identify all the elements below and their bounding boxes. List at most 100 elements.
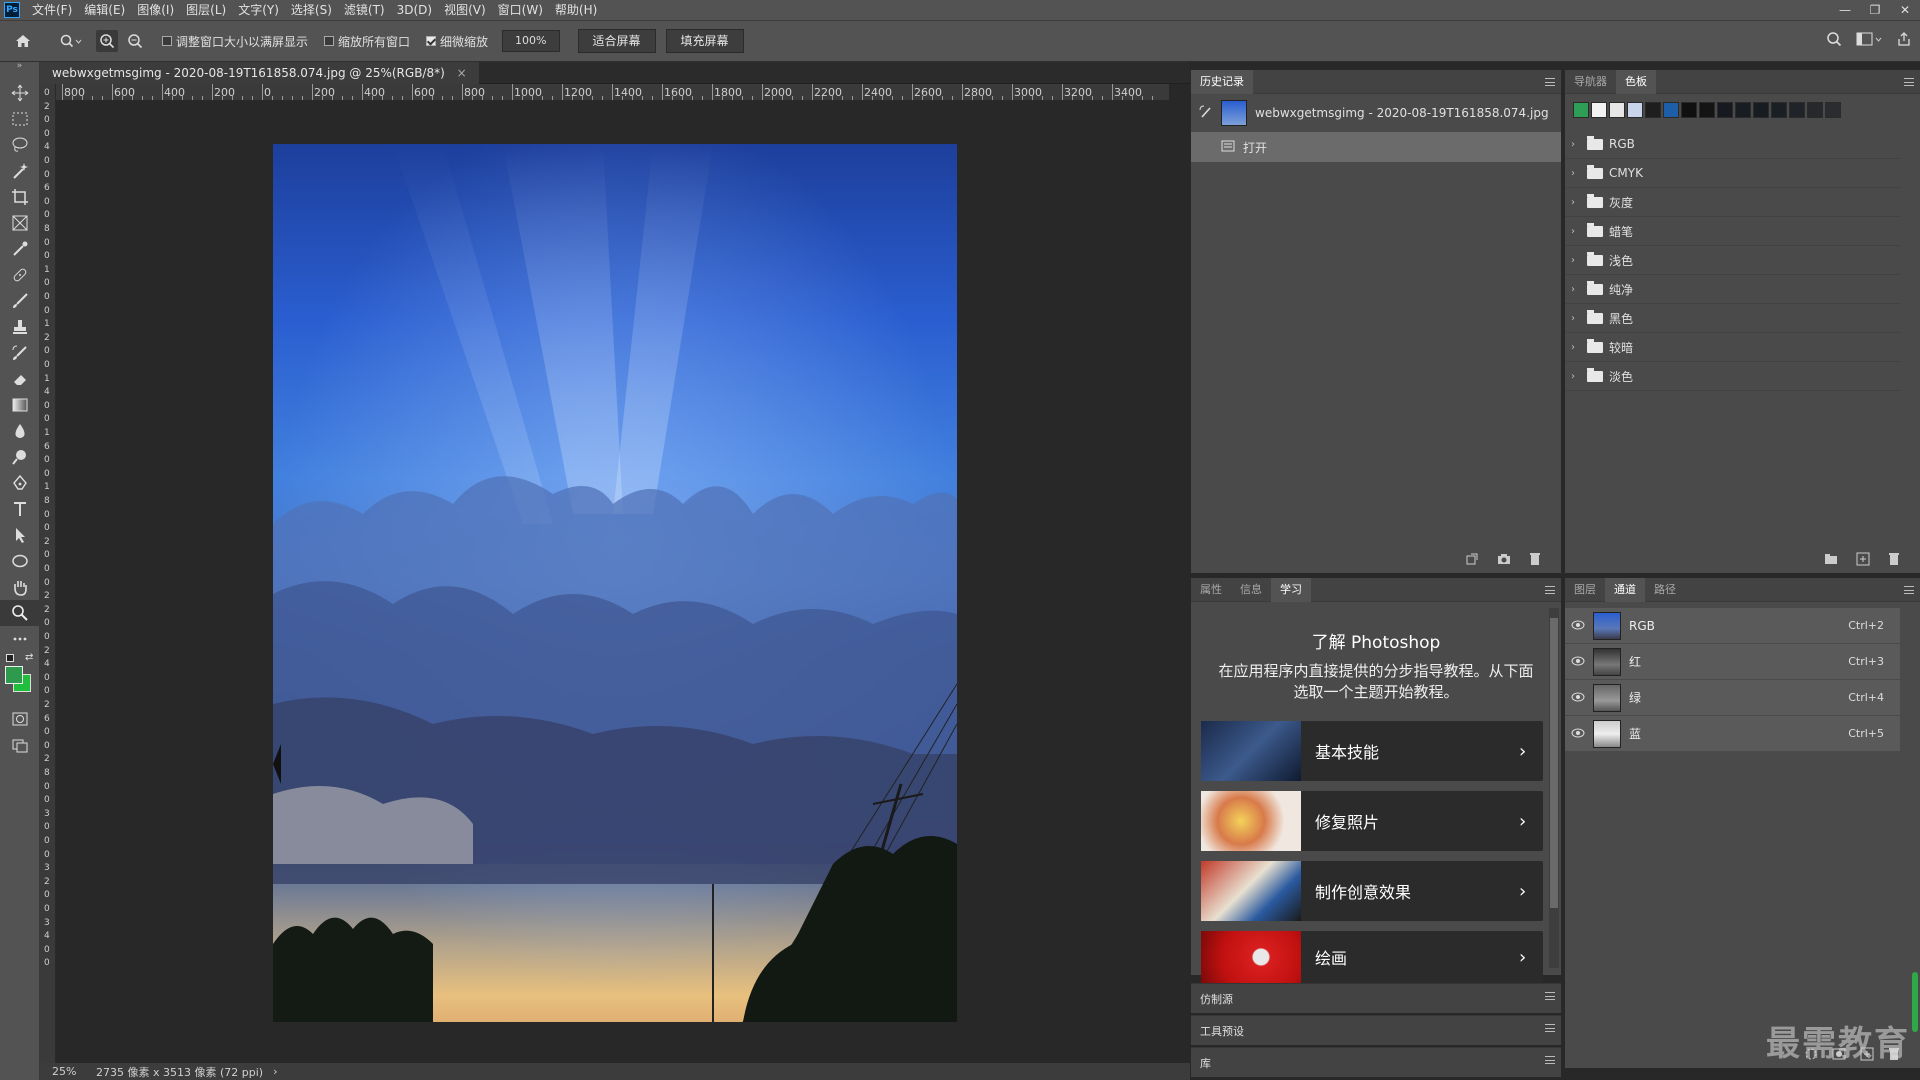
eye-icon[interactable]: [1571, 655, 1585, 669]
channels-menu-icon[interactable]: [1904, 586, 1914, 594]
folder-row[interactable]: › 黑色: [1565, 304, 1900, 333]
folder-row[interactable]: › 浅色: [1565, 246, 1900, 275]
fill-screen-button[interactable]: 填充屏幕: [665, 29, 744, 53]
zoom-out-icon[interactable]: [124, 30, 146, 52]
trash-icon[interactable]: [1888, 552, 1900, 569]
clone-stamp-tool-icon[interactable]: [0, 314, 39, 340]
color-swatch[interactable]: [1735, 102, 1751, 118]
tab-swatches[interactable]: 色板: [1616, 69, 1656, 94]
minimize-icon[interactable]: —: [1830, 0, 1860, 20]
color-swatch[interactable]: [1717, 102, 1733, 118]
swatches-menu-icon[interactable]: [1904, 78, 1914, 86]
history-brush-source-icon[interactable]: [1199, 105, 1213, 122]
history-brush-tool-icon[interactable]: [0, 340, 39, 366]
tab-properties[interactable]: 属性: [1191, 578, 1231, 602]
search-icon[interactable]: [1826, 31, 1842, 50]
chevron-right-icon[interactable]: ›: [1571, 371, 1581, 382]
chevron-right-icon[interactable]: ›: [1571, 197, 1581, 208]
zoom-in-icon[interactable]: [96, 30, 118, 52]
new-group-folder-icon[interactable]: [1824, 553, 1838, 568]
menu-image[interactable]: 图像(I): [131, 0, 180, 20]
learn-scroll-thumb[interactable]: [1550, 618, 1558, 908]
zoom-all-checkbox[interactable]: 缩放所有窗口: [324, 33, 410, 50]
canvas-area[interactable]: [57, 101, 1169, 1065]
folder-row[interactable]: › RGB: [1565, 130, 1900, 159]
channel-row-red[interactable]: 红 Ctrl+3: [1565, 644, 1900, 680]
menu-3d[interactable]: 3D(D): [391, 0, 438, 20]
collapse-toolbar-icon[interactable]: »: [0, 62, 39, 71]
folder-row[interactable]: › 灰度: [1565, 188, 1900, 217]
learn-menu-icon[interactable]: [1545, 586, 1555, 594]
history-snapshot[interactable]: webwxgetmsgimg - 2020-08-19T161858.074.j…: [1191, 94, 1561, 132]
learn-scrollbar[interactable]: [1549, 608, 1559, 968]
path-selection-tool-icon[interactable]: [0, 522, 39, 548]
scrubby-zoom-checkbox[interactable]: 细微缩放: [426, 33, 488, 50]
zoom-level[interactable]: 25%: [40, 1065, 86, 1078]
fit-screen-button[interactable]: 适合屏幕: [577, 29, 656, 53]
zoom-tool-icon[interactable]: [0, 600, 39, 626]
workspace-icon[interactable]: [1856, 31, 1882, 50]
menu-filter[interactable]: 滤镜(T): [338, 0, 391, 20]
tab-navigator[interactable]: 导航器: [1565, 70, 1616, 94]
healing-brush-tool-icon[interactable]: [0, 262, 39, 288]
folder-row[interactable]: › 纯净: [1565, 275, 1900, 304]
color-swatch[interactable]: [1789, 102, 1805, 118]
gradient-tool-icon[interactable]: [0, 392, 39, 418]
type-tool-icon[interactable]: [0, 496, 39, 522]
color-swatch[interactable]: [1699, 102, 1715, 118]
clone-source-menu-icon[interactable]: [1545, 992, 1555, 1000]
share-icon[interactable]: [1896, 31, 1912, 50]
brush-tool-icon[interactable]: [0, 288, 39, 314]
menu-view[interactable]: 视图(V): [438, 0, 492, 20]
chevron-right-icon[interactable]: ›: [1571, 284, 1581, 295]
tab-paths[interactable]: 路径: [1645, 578, 1685, 602]
menu-edit[interactable]: 编辑(E): [78, 0, 131, 20]
channels-scroll-thumb[interactable]: [1912, 972, 1918, 1032]
folder-row[interactable]: › 淡色: [1565, 362, 1900, 391]
folder-row[interactable]: › 较暗: [1565, 333, 1900, 362]
close-tab-icon[interactable]: ×: [457, 66, 467, 80]
channel-row-green[interactable]: 绿 Ctrl+4: [1565, 680, 1900, 716]
color-swatch[interactable]: [1645, 102, 1661, 118]
new-document-from-state-icon[interactable]: [1465, 552, 1479, 569]
color-swatch[interactable]: [1627, 102, 1643, 118]
color-swatch[interactable]: [1753, 102, 1769, 118]
tab-learn[interactable]: 学习: [1271, 577, 1311, 602]
libraries-menu-icon[interactable]: [1545, 1056, 1555, 1064]
tool-presets-panel[interactable]: 工具预设: [1191, 1015, 1561, 1045]
default-colors-icon[interactable]: [6, 654, 14, 662]
resize-windows-checkbox[interactable]: 调整窗口大小以满屏显示: [162, 33, 308, 50]
color-swatch[interactable]: [1771, 102, 1787, 118]
scrubby-zoom-box[interactable]: [426, 36, 437, 46]
history-menu-icon[interactable]: [1545, 78, 1555, 86]
chevron-right-icon[interactable]: ›: [1571, 255, 1581, 266]
learn-card-fix-photo[interactable]: 修复照片 ›: [1201, 791, 1543, 851]
learn-card-basic-skills[interactable]: 基本技能 ›: [1201, 721, 1543, 781]
camera-icon[interactable]: [1497, 553, 1511, 568]
clone-source-panel[interactable]: 仿制源: [1191, 983, 1561, 1013]
tab-channels[interactable]: 通道: [1605, 577, 1645, 602]
menu-select[interactable]: 选择(S): [285, 0, 338, 20]
marquee-tool-icon[interactable]: [0, 106, 39, 132]
swap-colors-icon[interactable]: ⇄: [25, 652, 33, 663]
chevron-right-icon[interactable]: ›: [1571, 342, 1581, 353]
menu-type[interactable]: 文字(Y): [232, 0, 285, 20]
magic-wand-tool-icon[interactable]: [0, 158, 39, 184]
folder-row[interactable]: › CMYK: [1565, 159, 1900, 188]
color-swatch[interactable]: [1591, 102, 1607, 118]
menu-window[interactable]: 窗口(W): [492, 0, 549, 20]
document-tab[interactable]: webwxgetmsgimg - 2020-08-19T161858.074.j…: [40, 62, 479, 84]
chevron-right-icon[interactable]: ›: [1571, 139, 1581, 150]
menu-layer[interactable]: 图层(L): [180, 0, 232, 20]
pen-tool-icon[interactable]: [0, 470, 39, 496]
move-tool-icon[interactable]: [0, 80, 39, 106]
eye-icon[interactable]: [1571, 619, 1585, 633]
chevron-right-icon[interactable]: ›: [1571, 226, 1581, 237]
lasso-tool-icon[interactable]: [0, 132, 39, 158]
sky-photo[interactable]: [273, 144, 957, 1022]
history-step[interactable]: 打开: [1191, 132, 1561, 162]
more-tools-icon[interactable]: [0, 626, 39, 652]
tab-layers[interactable]: 图层: [1565, 578, 1605, 602]
tab-history[interactable]: 历史记录: [1191, 69, 1253, 94]
color-swatch[interactable]: [1825, 102, 1841, 118]
